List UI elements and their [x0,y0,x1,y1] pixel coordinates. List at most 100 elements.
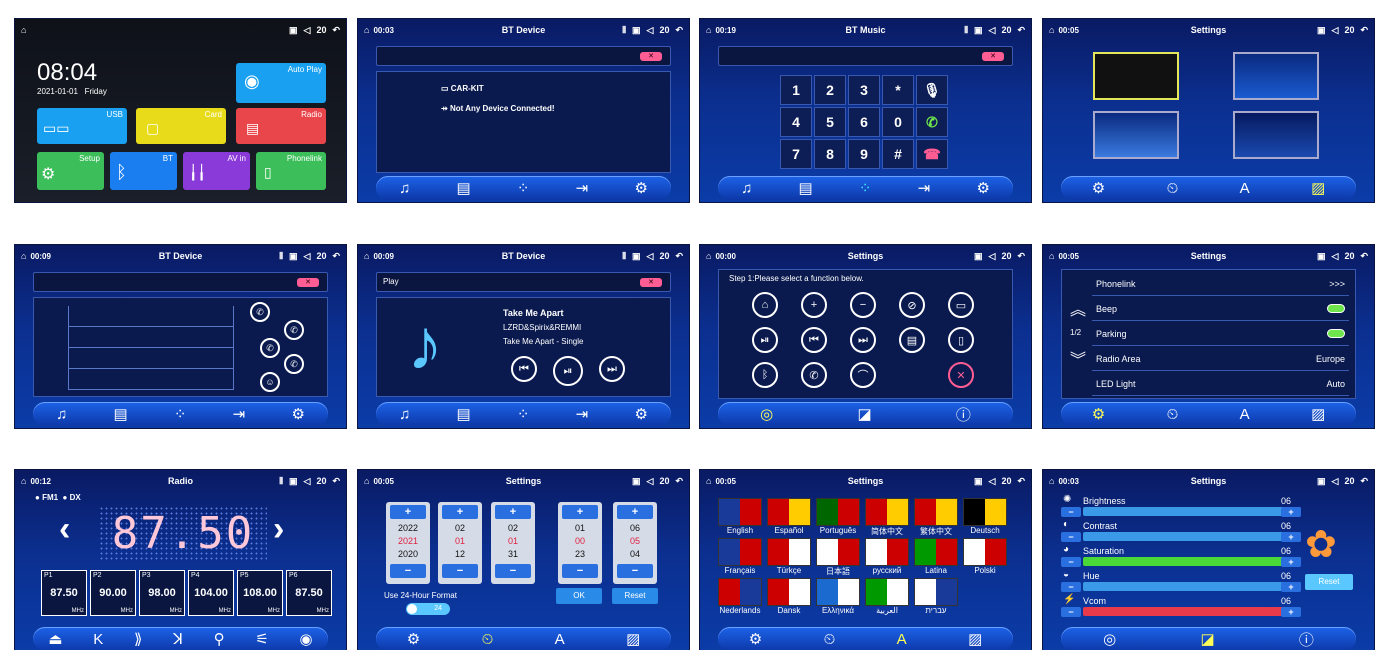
reset-button[interactable]: Reset [612,588,658,604]
settings-row[interactable]: Radio Area Europe [1092,347,1349,371]
language-flag[interactable] [914,538,958,566]
home-icon[interactable]: ⌂ [706,25,711,35]
dial-key[interactable]: 2 [814,75,846,105]
wallpaper-4[interactable] [1233,111,1319,159]
equalizer-icon[interactable]: ⫴ [964,25,968,36]
slider-track[interactable] [1083,507,1301,516]
search-field[interactable]: ✕ [33,272,328,292]
tune-back-icon[interactable]: K [93,631,103,648]
gear-icon[interactable]: ⚙ [976,179,989,197]
volume-icon[interactable]: ◁ [647,25,654,36]
slider-track[interactable] [1083,607,1301,616]
music-icon[interactable]: ♫ [56,406,67,423]
date-spinner[interactable]: +01 00 23 − [558,502,602,584]
decrease-button[interactable]: − [1061,607,1081,617]
home-icon[interactable]: ⌂ [1049,476,1054,486]
slider-row[interactable]: ◒ Hue 06 − + [1061,569,1301,594]
usb-tile[interactable]: USB ▭▭ [37,108,127,144]
increment-button[interactable]: + [390,505,426,519]
gear-icon[interactable]: ⚙ [634,405,647,423]
seek-forward-icon[interactable]: › [273,510,284,549]
language-label[interactable]: English [715,526,765,535]
screen-icon[interactable]: ▣ [632,25,641,36]
home-icon[interactable]: ⌂ [21,476,26,486]
screen-icon[interactable]: ▣ [289,251,298,262]
home-icon[interactable]: ⌂ [1049,251,1054,261]
decrease-button[interactable]: − [1061,582,1081,592]
decrease-button[interactable]: − [1061,557,1081,567]
volume-icon[interactable]: ◁ [1332,476,1339,487]
language-icon[interactable]: A [1240,180,1250,197]
language-label[interactable]: Ελληνικά [813,606,863,615]
volume-down-icon[interactable]: − [850,292,876,318]
home-icon[interactable]: ⌂ [706,476,711,486]
wallpaper-1[interactable] [1093,52,1179,100]
language-flag[interactable] [816,578,860,606]
delete-button[interactable]: ✕ [640,278,662,287]
volume-up-icon[interactable]: + [801,292,827,318]
language-icon[interactable]: A [1240,406,1250,423]
setup-tile[interactable]: Setup ⚙ [37,152,104,190]
dial-key[interactable]: 6 [848,107,880,137]
language-flag[interactable] [767,578,811,606]
contact-rows[interactable] [68,306,234,390]
language-flag[interactable] [718,498,762,526]
answer-call-icon[interactable]: ✆ [801,362,827,388]
play-pause-icon[interactable]: ⏯ [752,327,778,353]
ok-button[interactable]: OK [556,588,602,604]
screen-icon[interactable]: ▣ [632,476,641,487]
language-label[interactable]: العربية [862,606,912,615]
delete-button[interactable]: ✕ [640,52,662,61]
increase-button[interactable]: + [1281,507,1301,517]
delete-button[interactable]: ✕ [297,278,319,287]
date-spinner[interactable]: +06 05 04 − [613,502,657,584]
language-flag[interactable] [816,538,860,566]
missed-call-icon[interactable]: ✆ [284,354,304,374]
language-label[interactable]: 日本語 [813,566,863,577]
outgoing-call-icon[interactable]: ✆ [260,338,280,358]
steering-wheel-icon[interactable]: ◎ [760,405,773,423]
language-flag[interactable] [914,498,958,526]
dial-key[interactable]: 7 [780,139,812,169]
mute-icon[interactable]: ⊘ [899,292,925,318]
screen-icon[interactable]: ▣ [1317,476,1326,487]
back-icon[interactable]: ↶ [1360,251,1368,262]
language-flag[interactable] [767,538,811,566]
play-field[interactable]: Play ✕ [376,272,671,292]
antenna-icon[interactable]: ⚟ [255,630,268,648]
settings-row[interactable]: Beep [1092,297,1349,321]
mic-icon[interactable]: 🎙 [916,75,948,105]
language-label[interactable]: Türkçe [764,566,814,575]
equalizer-icon[interactable]: ⫴ [622,251,626,262]
language-label[interactable]: русский [862,566,912,575]
back-icon[interactable]: ↶ [675,476,683,487]
screen-icon[interactable]: ▣ [974,251,983,262]
slider-row[interactable]: ✺ Brightness 06 − + [1061,494,1301,519]
back-icon[interactable]: ↶ [332,476,340,487]
home-icon[interactable]: ⌂ [364,476,369,486]
clock-settings-icon[interactable]: ⏲ [1167,406,1179,423]
screen-icon[interactable]: ▣ [1317,25,1326,36]
page-up-icon[interactable]: ︽ [1070,296,1086,320]
gear-icon[interactable]: ⚙ [749,630,762,648]
language-label[interactable]: Dansk [764,606,814,615]
loc-icon[interactable]: ◉ [300,630,313,648]
exit-icon[interactable]: ⇥ [576,405,589,423]
power-icon[interactable]: ▯ [948,327,974,353]
increase-button[interactable]: + [1281,582,1301,592]
home-icon[interactable]: ⌂ [21,251,26,261]
dialpad-icon[interactable]: ⁘ [517,179,530,197]
language-label[interactable]: Latina [911,566,961,575]
dialpad-icon[interactable]: ⁘ [859,179,872,197]
increase-button[interactable]: + [1281,607,1301,617]
volume-icon[interactable]: ◁ [304,476,311,487]
slider-track[interactable] [1083,557,1301,566]
next-track-icon[interactable]: ⏭ [599,356,625,382]
slider-track[interactable] [1083,582,1301,591]
language-label[interactable]: Deutsch [960,526,1010,535]
screen-icon[interactable]: ▣ [632,251,641,262]
band-icon[interactable]: ⏏ [48,630,62,648]
info-icon[interactable]: ⓘ [1299,629,1314,650]
language-label[interactable]: 繁体中文 [911,526,961,537]
volume-icon[interactable]: ◁ [989,25,996,36]
